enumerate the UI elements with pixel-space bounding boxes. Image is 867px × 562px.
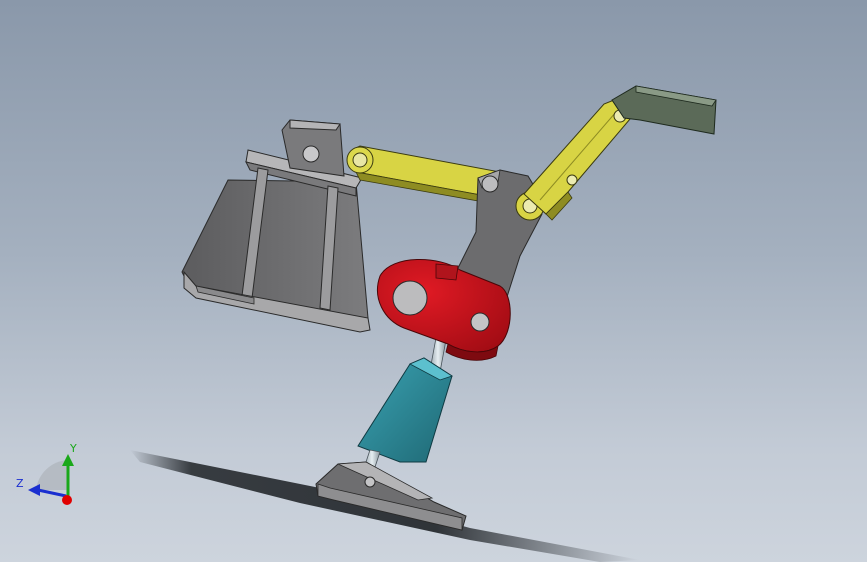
pedal-arm[interactable] xyxy=(523,95,637,221)
crank-shaft xyxy=(392,280,428,316)
bracket-pin-hole xyxy=(302,145,320,163)
assembly-scene[interactable] xyxy=(0,0,867,562)
triad-y-label: Y xyxy=(70,442,77,455)
mount-bracket[interactable] xyxy=(181,119,371,333)
crank-pin xyxy=(470,312,490,332)
lever-pin-top xyxy=(481,175,499,193)
triad-z-label: Z xyxy=(16,477,24,490)
pedal-arm-pin xyxy=(566,174,578,186)
shoe-pin xyxy=(364,476,376,488)
upper-link-pin xyxy=(352,152,368,168)
hydraulic-cylinder[interactable] xyxy=(357,357,453,463)
graphics-viewport[interactable]: Y Z xyxy=(0,0,867,562)
pedal-pad[interactable] xyxy=(611,85,717,135)
axis-triad xyxy=(28,454,74,505)
